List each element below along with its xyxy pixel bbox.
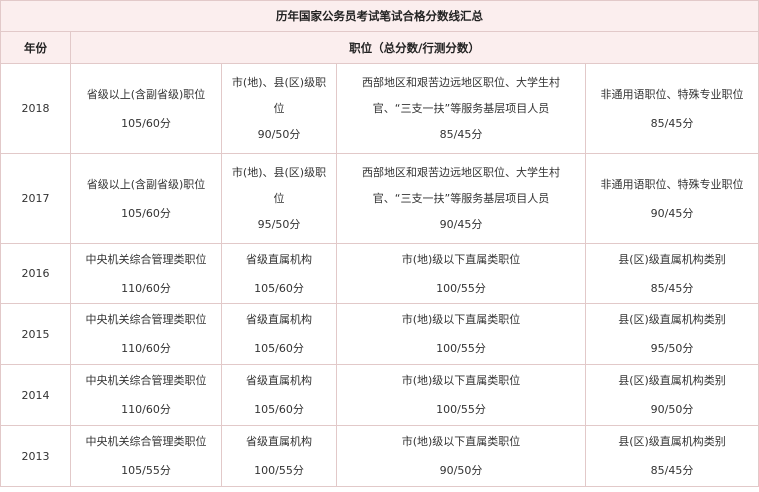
position-name: 西部地区和艰苦边远地区职位、大学生村: [362, 75, 560, 89]
table-row: 2013 中央机关综合管理类职位 105/55分 省级直属机构 100/55分 …: [0, 425, 759, 487]
score-table: 历年国家公务员考试笔试合格分数线汇总 年份 职位（总分数/行测分数） 2018 …: [0, 0, 759, 487]
position-name-cont: 官、“三支一扶”等服务基层项目人员: [372, 101, 550, 115]
position-cell: 县(区)级直属机构类别 90/50分: [585, 364, 759, 426]
position-name-cont: 官、“三支一扶”等服务基层项目人员: [372, 191, 550, 205]
position-cell: 市(地)、县(区)级职 位 95/50分: [221, 153, 337, 244]
position-name: 非通用语职位、特殊专业职位: [600, 87, 744, 101]
position-cell: 省级直属机构 105/60分: [221, 303, 337, 365]
position-cell: 中央机关综合管理类职位 110/60分: [70, 243, 222, 304]
position-name: 省级以上(含副省级)职位: [86, 177, 206, 191]
position-score: 85/45分: [650, 281, 694, 295]
position-score: 90/50分: [257, 127, 301, 141]
table-row: 2017 省级以上(含副省级)职位 105/60分 市(地)、县(区)级职 位 …: [0, 153, 759, 244]
position-cell: 西部地区和艰苦边远地区职位、大学生村 官、“三支一扶”等服务基层项目人员 85/…: [336, 63, 586, 154]
title-row: 历年国家公务员考试笔试合格分数线汇总: [0, 0, 759, 32]
position-score: 90/50分: [650, 403, 694, 416]
position-score: 90/45分: [650, 206, 694, 220]
position-cell: 中央机关综合管理类职位 110/60分: [70, 303, 222, 365]
position-cell: 省级以上(含副省级)职位 105/60分: [70, 63, 222, 154]
table-row: 2014 中央机关综合管理类职位 110/60分 省级直属机构 105/60分 …: [0, 364, 759, 426]
position-score: 90/45分: [439, 217, 483, 231]
position-cell: 省级直属机构 100/55分: [221, 425, 337, 487]
position-cell: 市(地)级以下直属类职位 100/55分: [336, 243, 586, 304]
header-row: 年份 职位（总分数/行测分数）: [0, 31, 759, 64]
position-name: 省级直属机构: [246, 435, 312, 448]
position-name: 非通用语职位、特殊专业职位: [600, 177, 744, 191]
position-cell: 市(地)、县(区)级职 位 90/50分: [221, 63, 337, 154]
year-cell: 2015: [0, 303, 71, 365]
position-name: 县(区)级直属机构类别: [618, 252, 726, 266]
position-score: 105/60分: [254, 403, 304, 416]
position-score: 105/60分: [254, 281, 304, 295]
position-score: 100/55分: [254, 464, 304, 477]
position-cell: 市(地)级以下直属类职位 90/50分: [336, 425, 586, 487]
position-name: 县(区)级直属机构类别: [618, 313, 726, 326]
year-cell: 2013: [0, 425, 71, 487]
position-score: 110/60分: [121, 342, 171, 355]
position-name: 省级直属机构: [246, 313, 312, 326]
year-cell: 2017: [0, 153, 71, 244]
table-title: 历年国家公务员考试笔试合格分数线汇总: [0, 0, 759, 32]
position-score: 85/45分: [650, 116, 694, 130]
position-name: 县(区)级直属机构类别: [618, 374, 726, 387]
year-header: 年份: [0, 31, 71, 64]
position-score: 110/60分: [121, 281, 171, 295]
position-cell: 非通用语职位、特殊专业职位 85/45分: [585, 63, 759, 154]
table-row: 2015 中央机关综合管理类职位 110/60分 省级直属机构 105/60分 …: [0, 303, 759, 365]
position-name: 市(地)级以下直属类职位: [401, 435, 521, 448]
position-score: 95/50分: [650, 342, 694, 355]
position-name: 市(地)、县(区)级职: [231, 75, 327, 89]
year-cell: 2014: [0, 364, 71, 426]
position-score: 105/55分: [121, 464, 171, 477]
table-row: 2018 省级以上(含副省级)职位 105/60分 市(地)、县(区)级职 位 …: [0, 63, 759, 154]
position-score: 100/55分: [436, 281, 486, 295]
table-row: 2016 中央机关综合管理类职位 110/60分 省级直属机构 105/60分 …: [0, 243, 759, 304]
position-score: 105/60分: [254, 342, 304, 355]
position-score: 105/60分: [121, 116, 171, 130]
position-name: 省级以上(含副省级)职位: [86, 87, 206, 101]
position-score: 100/55分: [436, 403, 486, 416]
position-name-cont: 位: [273, 101, 285, 115]
position-cell: 中央机关综合管理类职位 105/55分: [70, 425, 222, 487]
position-score: 85/45分: [650, 464, 694, 477]
year-cell: 2016: [0, 243, 71, 304]
position-cell: 省级以上(含副省级)职位 105/60分: [70, 153, 222, 244]
position-cell: 省级直属机构 105/60分: [221, 243, 337, 304]
position-cell: 县(区)级直属机构类别 85/45分: [585, 243, 759, 304]
position-cell: 省级直属机构 105/60分: [221, 364, 337, 426]
position-score: 90/50分: [439, 464, 483, 477]
position-name-cont: 位: [273, 191, 285, 205]
position-cell: 市(地)级以下直属类职位 100/55分: [336, 364, 586, 426]
position-name: 中央机关综合管理类职位: [85, 313, 207, 326]
position-header: 职位（总分数/行测分数）: [70, 31, 759, 64]
position-name: 中央机关综合管理类职位: [85, 374, 207, 387]
position-name: 省级直属机构: [246, 252, 312, 266]
position-score: 110/60分: [121, 403, 171, 416]
position-score: 95/50分: [257, 217, 301, 231]
position-name: 市(地)级以下直属类职位: [401, 313, 521, 326]
position-cell: 县(区)级直属机构类别 95/50分: [585, 303, 759, 365]
position-name: 中央机关综合管理类职位: [85, 435, 207, 448]
position-name: 市(地)级以下直属类职位: [401, 252, 521, 266]
year-cell: 2018: [0, 63, 71, 154]
position-cell: 市(地)级以下直属类职位 100/55分: [336, 303, 586, 365]
position-score: 100/55分: [436, 342, 486, 355]
position-name: 市(地)、县(区)级职: [231, 165, 327, 179]
position-name: 西部地区和艰苦边远地区职位、大学生村: [362, 165, 560, 179]
position-score: 85/45分: [439, 127, 483, 141]
position-name: 县(区)级直属机构类别: [618, 435, 726, 448]
position-name: 省级直属机构: [246, 374, 312, 387]
position-name: 市(地)级以下直属类职位: [401, 374, 521, 387]
position-cell: 县(区)级直属机构类别 85/45分: [585, 425, 759, 487]
position-name: 中央机关综合管理类职位: [85, 252, 207, 266]
position-cell: 西部地区和艰苦边远地区职位、大学生村 官、“三支一扶”等服务基层项目人员 90/…: [336, 153, 586, 244]
position-cell: 非通用语职位、特殊专业职位 90/45分: [585, 153, 759, 244]
position-cell: 中央机关综合管理类职位 110/60分: [70, 364, 222, 426]
position-score: 105/60分: [121, 206, 171, 220]
